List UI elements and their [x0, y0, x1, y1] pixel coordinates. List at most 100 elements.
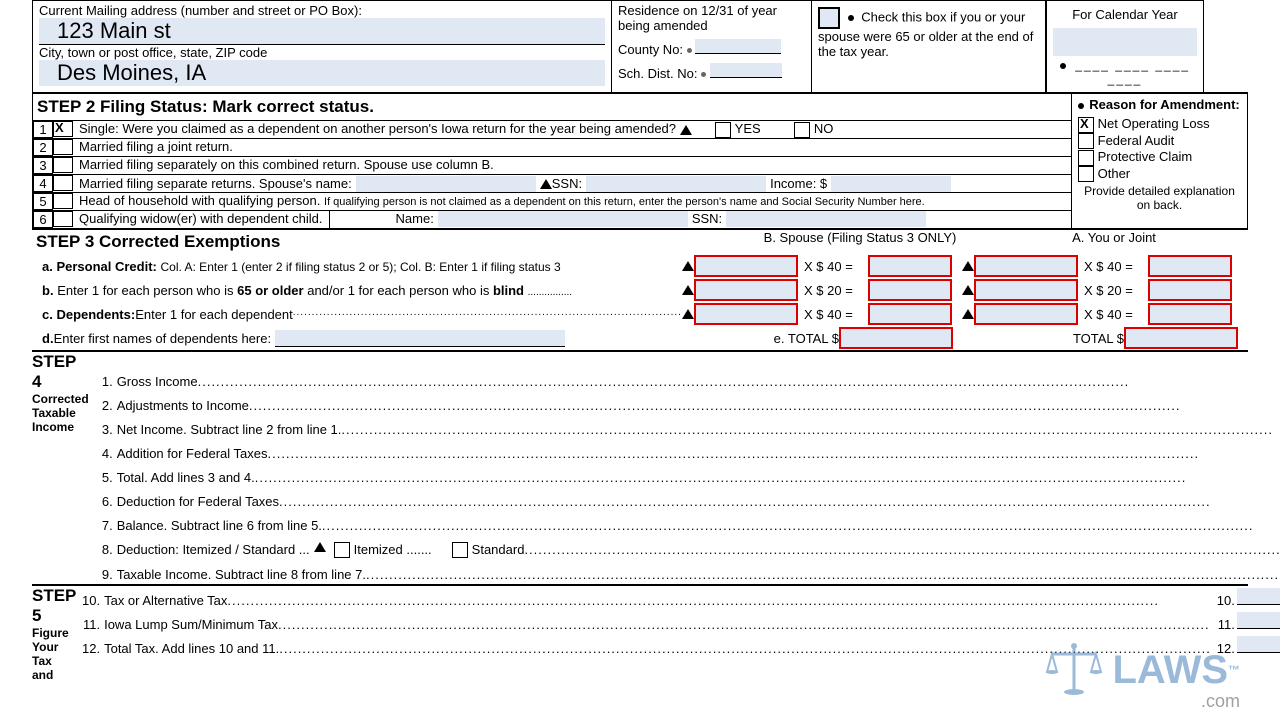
no-checkbox[interactable] — [794, 122, 810, 138]
reason-protective-checkbox[interactable] — [1078, 150, 1094, 166]
residence-label: Residence on 12/31 of year being amended — [618, 3, 805, 33]
step3-e-label: e. TOTAL $ — [774, 331, 839, 346]
step3-b-bold2: blind — [493, 283, 524, 298]
itemized-checkbox[interactable] — [334, 542, 350, 558]
status-num-3: 3 — [33, 157, 53, 174]
line-number: 4. — [89, 446, 117, 461]
status-4-checkbox[interactable] — [53, 175, 73, 191]
step2-title: STEP 2 Filing Status: Mark correct statu… — [33, 94, 1071, 120]
qualifying-name-input[interactable] — [438, 211, 688, 227]
status-5-checkbox[interactable] — [53, 193, 73, 209]
status-4-text: Married filing separate returns. Spouse'… — [79, 176, 352, 191]
step3-a-b-input[interactable] — [694, 255, 798, 277]
step5-subtitle: Figure Your Tax and — [32, 626, 76, 682]
step3-b-b-input[interactable] — [694, 279, 798, 301]
step3-c-a-result[interactable] — [1148, 303, 1232, 325]
spouse-name-input[interactable] — [356, 176, 536, 192]
status-5-text: Head of household with qualifying person… — [79, 193, 320, 208]
triangle-icon — [314, 542, 326, 552]
step3-total-a[interactable] — [1124, 327, 1238, 349]
status-2-text: Married filing a joint return. — [73, 139, 1071, 156]
school-input[interactable] — [710, 63, 782, 78]
step3-c-label: c. Dependents: — [42, 307, 135, 322]
line-description: Iowa Lump Sum/Minimum Tax — [104, 617, 1211, 632]
line-description: Adjustments to Income — [117, 398, 1280, 413]
step3-c-mult-b: X $ 40 = — [798, 307, 868, 322]
reason-other-checkbox[interactable] — [1078, 166, 1094, 182]
line-description: Deduction: Itemized / Standard ...Itemiz… — [117, 542, 1280, 558]
bullet-icon — [1078, 103, 1084, 109]
school-label: Sch. Dist. No: — [618, 66, 697, 81]
line-end-number: 10. — [1211, 593, 1235, 608]
reason-protective: Protective Claim — [1098, 149, 1193, 164]
mailing-address-value[interactable]: 123 Main st — [39, 18, 605, 44]
step3-a-a-result[interactable] — [1148, 255, 1232, 277]
qualifying-ssn-input[interactable] — [726, 211, 926, 227]
bullet-icon — [687, 48, 692, 53]
step3-joint-header: A. You or Joint — [1000, 230, 1248, 254]
line-number: 10. — [76, 593, 104, 608]
step3-b-b-result[interactable] — [868, 279, 952, 301]
line-description: Total. Add lines 3 and 4. — [117, 470, 1280, 485]
step3-c-a-input[interactable] — [974, 303, 1078, 325]
spouse-ssn-input[interactable] — [586, 176, 766, 192]
county-label: County No: — [618, 42, 683, 57]
status-6-checkbox[interactable] — [53, 211, 73, 227]
calendar-year-label: For Calendar Year — [1053, 7, 1197, 22]
mailing-address-label: Current Mailing address (number and stre… — [39, 3, 605, 18]
step3-e-total-b[interactable] — [839, 327, 953, 349]
triangle-icon — [682, 261, 694, 271]
reason-nol-checkbox[interactable] — [1078, 117, 1094, 133]
age-65-checkbox[interactable] — [818, 7, 840, 29]
line-number: 1. — [89, 374, 117, 389]
spouse-income-input[interactable] — [831, 176, 951, 192]
form-line: 2.Adjustments to Income 2..00.00 — [89, 391, 1280, 415]
step5-title: STEP 5 — [32, 586, 76, 626]
county-input[interactable] — [695, 39, 781, 54]
reason-audit: Federal Audit — [1098, 133, 1175, 148]
standard-checkbox[interactable] — [452, 542, 468, 558]
step3-b-a-input[interactable] — [974, 279, 1078, 301]
status-4-ssn: SSN: — [552, 176, 582, 191]
step3-c-b-result[interactable] — [868, 303, 952, 325]
step3-a-b-result[interactable] — [868, 255, 952, 277]
step3-d-label: d. — [42, 331, 54, 346]
triangle-icon — [962, 309, 974, 319]
step4-subtitle: Corrected Taxable Income — [32, 392, 89, 434]
triangle-icon — [680, 125, 692, 135]
line-number: 7. — [89, 518, 117, 533]
step3-a-a-input[interactable] — [974, 255, 1078, 277]
status-num-5: 5 — [33, 193, 53, 210]
form-line: 3.Net Income. Subtract line 2 from line … — [89, 415, 1280, 439]
status-3-checkbox[interactable] — [53, 157, 73, 173]
line-number: 5. — [89, 470, 117, 485]
bullet-icon — [848, 15, 854, 21]
line-number: 11. — [76, 617, 104, 632]
status-2-checkbox[interactable] — [53, 139, 73, 155]
line-description: Gross Income — [117, 374, 1280, 389]
laws-logo: LAWS™ .com — [1044, 640, 1240, 700]
reason-other: Other — [1098, 166, 1131, 181]
dependents-names-input[interactable] — [275, 330, 565, 347]
col-b-input[interactable] — [1237, 636, 1280, 653]
step3-c-b-input[interactable] — [694, 303, 798, 325]
step3-b-a-result[interactable] — [1148, 279, 1232, 301]
col-b-input[interactable] — [1237, 612, 1280, 629]
calendar-year-input[interactable] — [1053, 28, 1197, 56]
status-1-text: Single: Were you claimed as a dependent … — [79, 121, 676, 136]
triangle-icon — [540, 179, 552, 189]
status-5-note: If qualifying person is not claimed as a… — [324, 196, 925, 208]
line-end-number: 11. — [1211, 617, 1235, 632]
line-number: 8. — [89, 542, 117, 557]
status-1-checkbox[interactable] — [53, 121, 73, 137]
col-b-input[interactable] — [1237, 588, 1280, 605]
city-value[interactable]: Des Moines, IA — [39, 60, 605, 86]
step3-b-text: Enter 1 for each person who is — [57, 283, 237, 298]
status-num-4: 4 — [33, 175, 53, 192]
reason-audit-checkbox[interactable] — [1078, 133, 1094, 149]
yes-checkbox[interactable] — [715, 122, 731, 138]
scale-icon — [1044, 640, 1104, 700]
status-6-ssn-label: SSN: — [692, 211, 722, 228]
step3-a-mult-a: X $ 40 = — [1078, 259, 1148, 274]
status-num-2: 2 — [33, 139, 53, 156]
